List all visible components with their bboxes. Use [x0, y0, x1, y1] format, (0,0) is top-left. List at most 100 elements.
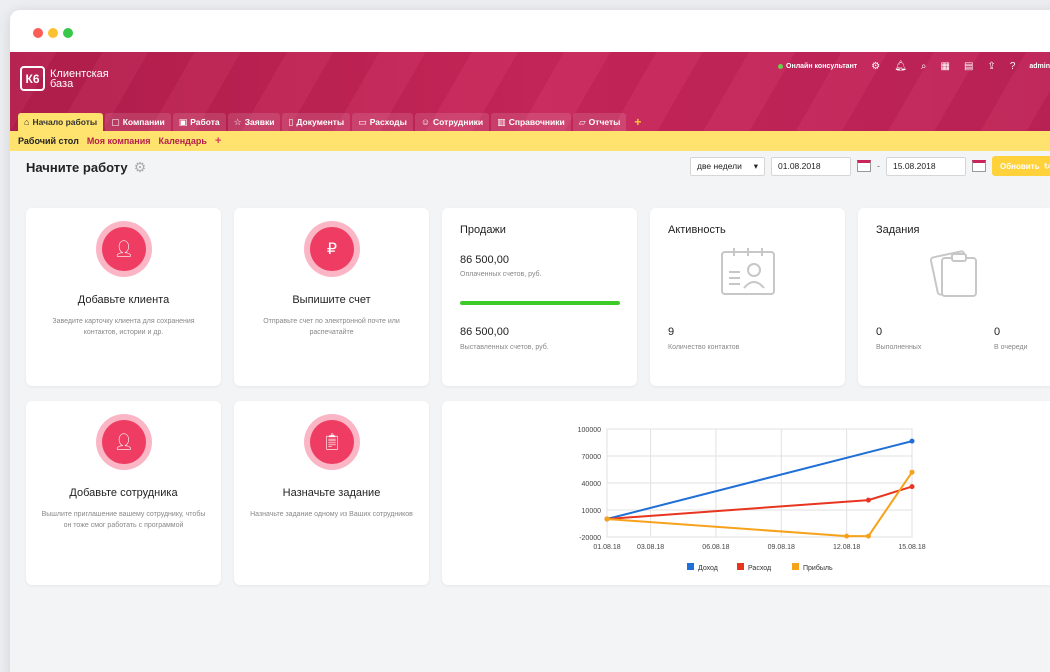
companies-icon: ▢: [111, 116, 120, 127]
subnav-item-2[interactable]: Календарь: [159, 136, 207, 146]
tab-6[interactable]: ☺ Сотрудники: [414, 113, 490, 131]
tab-1[interactable]: ▢ Компании: [105, 113, 171, 131]
y-tick-label: 100000: [578, 427, 601, 434]
card-description: Заведите карточку клиента для сохранения…: [52, 318, 195, 336]
close-window-dot[interactable]: [33, 28, 43, 38]
add-client-card[interactable]: 👤︎ Добавьте клиента Заведите карточку кл…: [26, 208, 221, 386]
tab-7[interactable]: ▥ Справочники: [491, 113, 571, 131]
assign-task-card[interactable]: 📋︎ Назначьте задание Назначьте задание о…: [234, 401, 429, 585]
update-button[interactable]: Обновить ↻: [992, 156, 1050, 176]
contacts-label: Количество контактов: [668, 344, 740, 351]
x-tick-label: 03.08.18: [637, 544, 664, 551]
series-point-2: [844, 533, 850, 539]
export-icon[interactable]: ⇪: [987, 61, 995, 72]
dropdown-arrow-icon: ▾: [753, 160, 758, 171]
online-dot-icon: [778, 64, 784, 69]
issued-label: Выставленных счетов, руб.: [460, 344, 549, 351]
tab-label: Компании: [122, 117, 165, 127]
document-icon: ▯: [288, 116, 294, 127]
add-tab-button[interactable]: +: [628, 113, 647, 131]
tab-label: Отчеты: [588, 117, 621, 127]
done-label: Выполненных: [876, 344, 922, 351]
sales-card: Продажи 86 500,00 Оплаченных счетов, руб…: [442, 208, 637, 386]
x-tick-label: 01.08.18: [593, 544, 620, 551]
logo-text: Клиентская база: [50, 67, 109, 90]
calendar-to-icon[interactable]: [972, 160, 986, 172]
period-select[interactable]: две недели ▾: [690, 156, 765, 176]
header-toolbar: Онлайн консультант ⚙ 🔔︎ ⌕ ▦ ▤ ⇪ ? admin: [778, 61, 1050, 72]
subnav-item-0[interactable]: Рабочий стол: [18, 136, 79, 146]
logo-mark: К6: [20, 66, 45, 91]
app-window: К6 Клиентская база Онлайн консультант ⚙ …: [10, 10, 1050, 672]
x-tick-label: 09.08.18: [768, 544, 795, 551]
briefcase-icon: ▣: [178, 116, 188, 127]
y-tick-label: 70000: [582, 454, 602, 461]
legend-label: Прибыль: [803, 564, 833, 572]
calendar-icon[interactable]: ▦: [941, 61, 950, 72]
tab-label: Справочники: [508, 117, 565, 127]
users-icon: ☺: [420, 117, 431, 127]
page-settings-icon[interactable]: ⚙: [134, 159, 147, 176]
date-from-input[interactable]: 01.08.2018: [771, 156, 851, 176]
maximize-window-dot[interactable]: [63, 28, 73, 38]
minimize-window-dot[interactable]: [48, 28, 58, 38]
series-point-1: [909, 484, 915, 490]
y-tick-label: 10000: [582, 508, 602, 515]
bell-icon[interactable]: 🔔︎: [894, 61, 907, 72]
tab-5[interactable]: ▭ Расходы: [352, 113, 413, 131]
tab-2[interactable]: ▣ Работа: [172, 113, 226, 131]
tab-label: Расходы: [369, 117, 407, 127]
wallet-icon: ▭: [358, 116, 367, 127]
add-subnav-button[interactable]: +: [215, 135, 221, 147]
legend-swatch: [687, 563, 694, 570]
queue-count: 0: [994, 326, 1001, 338]
x-tick-label: 12.08.18: [833, 544, 860, 551]
issue-invoice-card[interactable]: ₽ Выпишите счет Отправьте счет по электр…: [234, 208, 429, 386]
search-icon[interactable]: ⌕: [921, 61, 927, 72]
series-point-0: [909, 438, 915, 444]
finance-line-chart: 100000 70000 40000 10000 -20000 01.08.18 03.08…: [578, 427, 926, 572]
sub-navigation: Рабочий стол Моя компания Календарь +: [10, 131, 1050, 151]
legend-swatch: [737, 563, 744, 570]
tab-8[interactable]: ▱ Отчеты: [572, 113, 627, 131]
clipboard-icon: [930, 250, 977, 297]
date-to-input[interactable]: 15.08.2018: [886, 156, 966, 176]
finance-chart-card: 100000 70000 40000 10000 -20000 01.08.18 03.08…: [442, 401, 1050, 585]
card-title: Добавьте клиента: [77, 294, 170, 306]
tab-3[interactable]: ☆ Заявки: [227, 113, 281, 131]
app-logo[interactable]: К6 Клиентская база: [20, 66, 120, 91]
main-tabs: ⌂ Начало работы ▢ Компании ▣ Работа ☆ Заявки ▯ До…: [18, 113, 647, 131]
series-point-2: [909, 469, 915, 475]
x-tick-label: 06.08.18: [702, 544, 729, 551]
card-description: Отправьте счет по электронной почте или …: [263, 318, 400, 336]
card-description: Вышлите приглашение вашему сотруднику, ч…: [41, 511, 206, 529]
invoice-icon: ₽: [304, 221, 360, 277]
online-consultant[interactable]: Онлайн консультант: [778, 63, 857, 70]
card-title: Выпишите счет: [292, 294, 371, 306]
series-point-2: [604, 516, 610, 522]
user-menu[interactable]: admin: [1029, 63, 1050, 70]
add-employee-icon: 👤︎: [96, 414, 152, 470]
done-count: 0: [876, 326, 883, 338]
add-employee-card[interactable]: 👤︎ Добавьте сотрудника Вышлите приглашен…: [26, 401, 221, 585]
subnav-item-1[interactable]: Моя компания: [87, 136, 151, 146]
sales-progress-fill: [460, 301, 620, 305]
calendar-from-icon[interactable]: [857, 160, 871, 172]
chat-icon[interactable]: ▤: [964, 61, 973, 72]
assign-task-icon: 📋︎: [304, 414, 360, 470]
add-client-icon: 👤︎: [96, 221, 152, 277]
tab-4[interactable]: ▯ Документы: [282, 113, 351, 131]
card-title: Активность: [668, 224, 726, 236]
star-icon: ☆: [233, 116, 242, 127]
help-icon[interactable]: ?: [1010, 61, 1016, 72]
sales-progress-bar: [460, 301, 620, 305]
tab-0[interactable]: ⌂ Начало работы: [18, 113, 104, 131]
contact-card-icon: [721, 248, 775, 295]
legend-label: Расход: [748, 565, 771, 572]
home-icon: ⌂: [24, 117, 30, 127]
period-controls: две недели ▾ 01.08.2018 - 15.08.2018 Обно…: [690, 156, 1050, 176]
issued-value: 86 500,00: [460, 326, 509, 338]
contacts-count: 9: [668, 326, 675, 338]
date-separator: -: [877, 161, 880, 171]
settings-icon[interactable]: ⚙: [871, 61, 880, 72]
